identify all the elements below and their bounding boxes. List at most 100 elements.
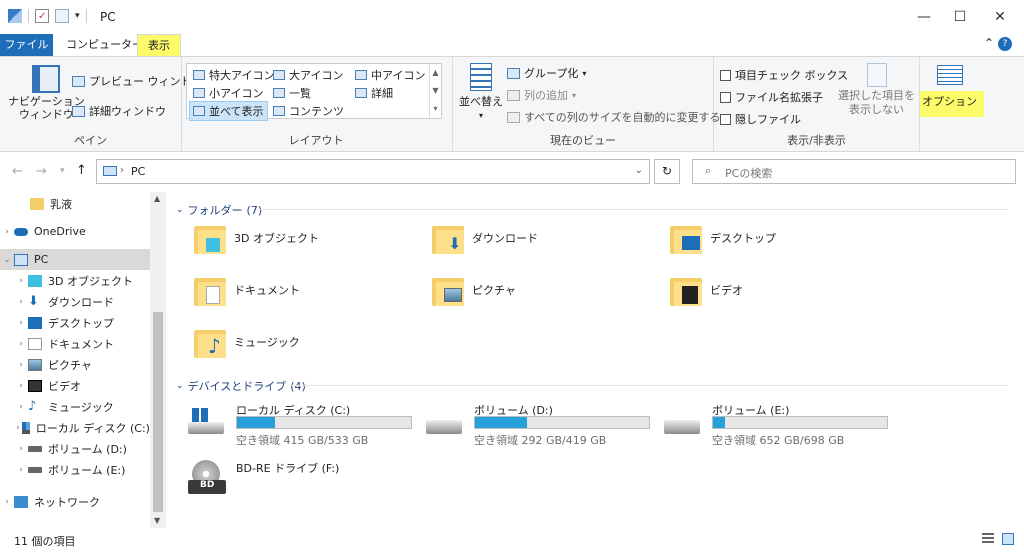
layout-large[interactable]: 大アイコン — [273, 67, 343, 83]
hidden-items-toggle[interactable]: 隠しファイル — [720, 111, 801, 127]
sidebar-item-drive-e[interactable]: › ボリューム (E:) — [0, 459, 150, 480]
options-button[interactable]: オプション — [922, 65, 977, 109]
folders-section-header[interactable]: ⌄ フォルダー (7) — [176, 202, 262, 218]
drive-c[interactable]: ローカル ディスク (C:) 空き領域 415 GB/533 GB — [188, 402, 428, 448]
drive-f[interactable]: BD BD-RE ドライブ (F:) — [188, 458, 428, 504]
sidebar-item-network[interactable]: › ネットワーク — [0, 491, 150, 512]
drives-section-header[interactable]: ⌄ デバイスとドライブ (4) — [176, 378, 306, 394]
folder-desktop[interactable]: デスクトップ — [670, 222, 776, 254]
sidebar-scrollbar[interactable]: ▲ ▼ — [150, 192, 166, 528]
forward-arrow-icon[interactable]: → — [36, 164, 47, 179]
folder-documents[interactable]: ドキュメント — [194, 274, 300, 306]
scrollbar-thumb[interactable] — [153, 312, 163, 512]
chevron-right-icon[interactable]: › — [14, 318, 28, 328]
fit-columns-button[interactable]: すべての列のサイズを自動的に変更する — [507, 109, 720, 125]
chevron-right-icon[interactable]: › — [14, 381, 28, 391]
hide-selected-button[interactable]: 選択した項目を 表示しない — [838, 63, 915, 117]
layout-small-label: 小アイコン — [209, 87, 264, 100]
back-arrow-icon[interactable]: ← — [12, 164, 23, 179]
folder-label: 3D オブジェクト — [234, 232, 319, 245]
large-icons-view-icon[interactable] — [1002, 533, 1014, 545]
chevron-right-icon[interactable]: › — [0, 497, 14, 507]
folder-pictures[interactable]: ピクチャ — [432, 274, 516, 306]
chevron-right-icon[interactable]: › — [14, 402, 28, 412]
sidebar-item-videos[interactable]: › ビデオ — [0, 375, 150, 396]
sort-button[interactable]: 並べ替え ▾ — [459, 63, 503, 120]
search-box[interactable]: ⌕ PCの検索 — [692, 159, 1016, 184]
close-button[interactable]: ✕ — [988, 6, 1012, 28]
chevron-down-icon[interactable]: ⌄ — [0, 255, 14, 265]
chevron-right-icon[interactable]: › — [14, 465, 28, 475]
chevron-right-icon[interactable]: › — [14, 339, 28, 349]
new-folder-icon[interactable] — [55, 9, 69, 23]
file-ext-toggle[interactable]: ファイル名拡張子 — [720, 89, 823, 105]
file-ext-checkbox[interactable] — [720, 91, 731, 103]
up-arrow-icon[interactable]: ↑ — [76, 163, 87, 178]
chevron-right-icon[interactable]: › — [14, 444, 28, 454]
minimize-button[interactable]: — — [912, 6, 936, 28]
sidebar-item-pictures[interactable]: › ピクチャ — [0, 354, 150, 375]
properties-icon[interactable]: ✓ — [35, 9, 49, 23]
chevron-right-icon[interactable]: › — [14, 423, 22, 433]
layout-small[interactable]: 小アイコン — [193, 85, 263, 101]
sidebar-item-drive-c[interactable]: › ローカル ディスク (C:) — [0, 417, 150, 438]
layout-details[interactable]: 詳細 — [355, 85, 393, 101]
hide-selected-icon — [866, 63, 887, 87]
qat-dropdown-icon[interactable]: ▾ — [75, 11, 80, 21]
sidebar-item-nyueki[interactable]: 乳液 — [0, 193, 150, 214]
address-bar[interactable]: › PC ⌄ — [96, 159, 650, 184]
address-path[interactable]: PC — [131, 165, 145, 178]
group-by-button[interactable]: グループ化 ▾ — [507, 65, 586, 81]
layout-medium[interactable]: 中アイコン — [355, 67, 425, 83]
sidebar-item-drive-d[interactable]: › ボリューム (D:) — [0, 438, 150, 459]
explorer-icon[interactable] — [8, 9, 22, 23]
sidebar-item-pc[interactable]: ⌄ PC — [0, 249, 150, 270]
sidebar-item-onedrive[interactable]: › OneDrive — [0, 221, 150, 242]
folder-3d-objects[interactable]: 3D オブジェクト — [194, 222, 319, 254]
recent-dropdown-icon[interactable]: ▾ — [60, 166, 65, 176]
tab-view[interactable]: 表示 — [137, 34, 181, 56]
drive-usage-fill — [713, 417, 726, 428]
sidebar-item-desktop[interactable]: › デスクトップ — [0, 312, 150, 333]
drive-d[interactable]: ボリューム (D:) 空き領域 292 GB/419 GB — [426, 402, 666, 448]
help-icon[interactable]: ? — [998, 37, 1012, 51]
chevron-right-icon[interactable]: › — [14, 276, 28, 286]
folder-music[interactable]: ♪ ミュージック — [194, 326, 300, 358]
item-checkboxes-checkbox[interactable] — [720, 69, 731, 81]
drive-label: BD-RE ドライブ (F:) — [236, 462, 340, 475]
document-icon — [28, 337, 42, 350]
layout-extra-large[interactable]: 特大アイコン — [193, 67, 274, 83]
details-icon — [355, 88, 367, 98]
layout-content[interactable]: コンテンツ — [273, 103, 344, 119]
breadcrumb-chevron-icon[interactable]: › — [120, 165, 124, 176]
chevron-right-icon[interactable]: › — [14, 297, 28, 307]
gallery-scroll[interactable]: ▲ ▼ ▾ — [429, 64, 441, 118]
scroll-up-icon[interactable]: ▲ — [154, 194, 160, 203]
folder-videos[interactable]: ビデオ — [670, 274, 743, 306]
chevron-right-icon[interactable]: › — [14, 360, 28, 370]
fit-columns-label: すべての列のサイズを自動的に変更する — [524, 111, 721, 124]
sidebar-item-music[interactable]: › ♪ ミュージック — [0, 396, 150, 417]
onedrive-cloud-icon — [14, 227, 28, 236]
layout-tiles[interactable]: 並べて表示 — [189, 101, 268, 121]
scroll-down-icon[interactable]: ▼ — [154, 516, 160, 525]
collapse-ribbon-icon[interactable]: ⌃ — [984, 36, 994, 50]
folder-downloads[interactable]: ⬇ ダウンロード — [432, 222, 538, 254]
sidebar-item-3d-objects[interactable]: › 3D オブジェクト — [0, 270, 150, 291]
maximize-button[interactable]: ☐ — [948, 6, 972, 28]
sidebar-item-downloads[interactable]: › ⬇ ダウンロード — [0, 291, 150, 312]
layout-list[interactable]: 一覧 — [273, 85, 311, 101]
hidden-items-checkbox[interactable] — [720, 113, 731, 125]
group-show-hide: 項目チェック ボックス ファイル名拡張子 隠しファイル 選択した項目を 表示しな… — [714, 57, 920, 151]
details-pane-button[interactable]: 詳細ウィンドウ — [72, 103, 166, 119]
address-dropdown-icon[interactable]: ⌄ — [635, 165, 643, 176]
details-view-icon[interactable] — [982, 533, 994, 545]
sidebar-item-documents[interactable]: › ドキュメント — [0, 333, 150, 354]
item-checkboxes-toggle[interactable]: 項目チェック ボックス — [720, 67, 848, 83]
content-pane: ⌄ フォルダー (7) 3D オブジェクト ⬇ ダウンロード デスクトップ ドキュ… — [166, 192, 1024, 528]
refresh-button[interactable]: ↻ — [654, 159, 680, 184]
drive-e[interactable]: ボリューム (E:) 空き領域 652 GB/698 GB — [664, 402, 904, 448]
add-column-button[interactable]: 列の追加 ▾ — [507, 87, 576, 103]
tab-file[interactable]: ファイル — [0, 34, 53, 56]
chevron-right-icon[interactable]: › — [0, 227, 14, 237]
